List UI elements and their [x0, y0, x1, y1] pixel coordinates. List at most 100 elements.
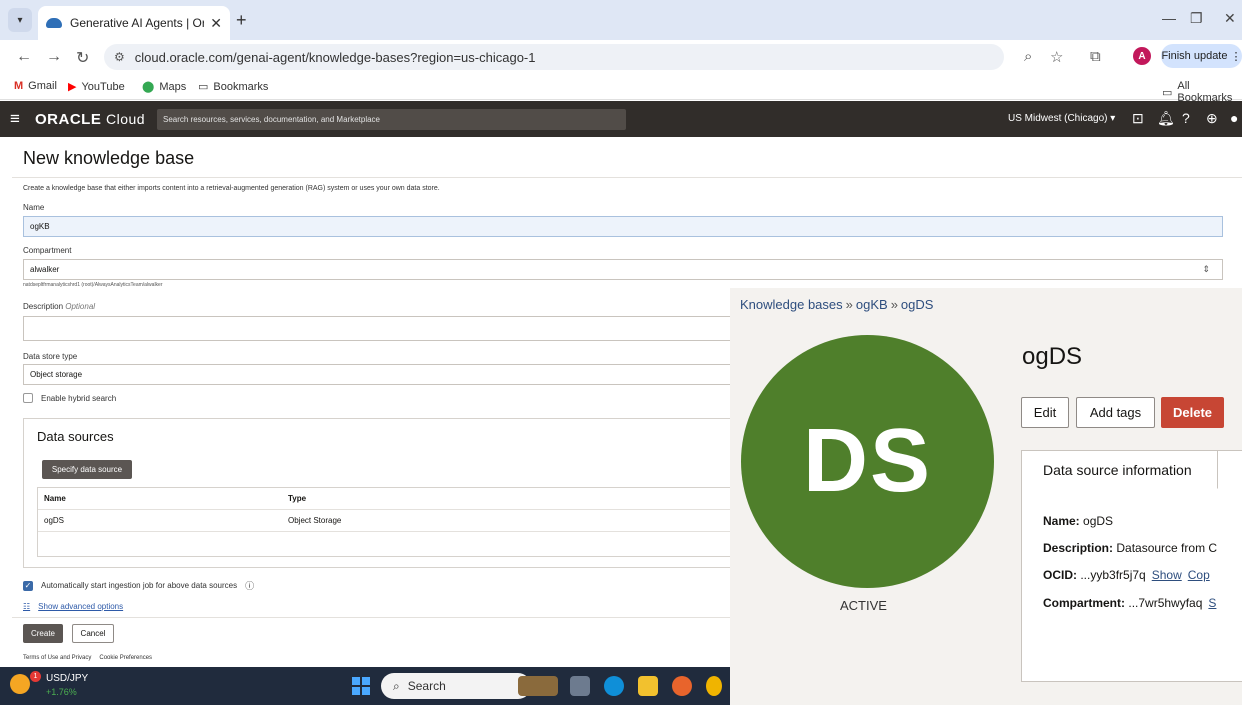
delete-button[interactable]: Delete [1161, 397, 1224, 428]
restore-icon[interactable]: ❐ [1190, 10, 1203, 27]
name-value: ogKB [30, 222, 50, 231]
table-row[interactable]: ogDS Object Storage [38, 510, 736, 532]
info-key: Compartment: [1043, 596, 1126, 610]
address-bar[interactable]: ⚙ cloud.oracle.com/genai-agent/knowledge… [104, 44, 1004, 70]
bookmark-youtube[interactable]: ▶ YouTube [68, 80, 125, 94]
cloud-shell-icon[interactable]: ⊡ [1132, 110, 1144, 127]
info-circle-icon[interactable]: ⓘ [245, 579, 254, 592]
data-sources-table: Name Type ogDS Object Storage [37, 487, 737, 557]
bookmark-gmail[interactable]: M Gmail [14, 80, 57, 92]
folder-icon: ▭ [1162, 86, 1173, 99]
search-highlight-icon[interactable] [518, 676, 558, 696]
show-compartment-link[interactable]: S [1208, 596, 1216, 610]
cell-name: ogDS [44, 516, 65, 525]
breadcrumb-separator: » [890, 297, 898, 312]
search-icon: ⌕ [393, 678, 400, 693]
data-sources-title: Data sources [37, 429, 114, 444]
description-label: Description Optional [23, 302, 95, 311]
breadcrumb-kb[interactable]: ogKB [856, 297, 888, 312]
bookmark-folder[interactable]: ▭ Bookmarks [198, 80, 268, 94]
tab-search-chevron-icon[interactable]: ▾ [8, 8, 32, 32]
hybrid-search-checkbox[interactable] [23, 393, 33, 403]
user-profile-icon[interactable]: ● [1230, 110, 1238, 126]
edit-button[interactable]: Edit [1021, 397, 1069, 428]
breadcrumb-knowledge-bases[interactable]: Knowledge bases [740, 297, 843, 312]
show-ocid-link[interactable]: Show [1152, 568, 1182, 582]
oci-search-input[interactable]: Search resources, services, documentatio… [157, 109, 626, 130]
bookmark-maps[interactable]: ⬤ Maps [142, 80, 186, 94]
back-arrow-icon[interactable]: ← [16, 48, 32, 66]
region-selector[interactable]: US Midwest (Chicago) ▾ [1008, 113, 1115, 124]
close-window-icon[interactable]: ✕ [1224, 10, 1236, 27]
firefox-icon[interactable] [672, 676, 692, 696]
ticker-change: +1.76% [46, 687, 77, 697]
chrome-icon[interactable] [706, 676, 722, 696]
compartment-value: alwalker [30, 265, 60, 274]
specify-data-source-button[interactable]: Specify data source [42, 460, 132, 479]
youtube-icon: ▶ [68, 81, 77, 93]
file-explorer-icon[interactable] [638, 676, 658, 696]
bookmark-star-icon[interactable]: ☆ [1050, 48, 1063, 66]
notifications-bell-icon[interactable]: 🔔︎ [1157, 110, 1175, 127]
status-label: ACTIVE [840, 598, 887, 613]
create-button[interactable]: Create [23, 624, 63, 643]
optional-hint: Optional [65, 302, 96, 311]
info-value: ogDS [1083, 514, 1114, 528]
data-store-type-label: Data store type [23, 352, 78, 361]
profile-avatar[interactable]: A [1133, 47, 1151, 65]
column-header-type: Type [288, 494, 307, 503]
info-key: Name: [1043, 514, 1080, 528]
info-value: Datasource from C [1116, 541, 1218, 555]
help-icon[interactable]: ? [1182, 110, 1190, 126]
tab-title: Generative AI Agents | Oracle C [70, 16, 205, 30]
finish-update-button[interactable]: Finish update ⋮ [1161, 44, 1242, 68]
divider [12, 177, 1242, 178]
close-tab-icon[interactable]: ✕ [210, 15, 222, 32]
cell-type: Object Storage [288, 516, 342, 525]
name-input[interactable]: ogKB [23, 216, 1223, 237]
oracle-cloud-logo[interactable]: ORACLE Cloud [35, 111, 145, 128]
table-empty-row [38, 532, 736, 556]
taskbar-search[interactable]: ⌕ Search [381, 673, 531, 699]
column-header-name: Name [44, 494, 66, 503]
edge-browser-icon[interactable] [604, 676, 624, 696]
new-tab-plus-icon[interactable]: + [236, 10, 247, 31]
hybrid-search-checkbox-row[interactable]: Enable hybrid search [23, 393, 116, 403]
auto-ingest-checkbox[interactable]: ✓ [23, 580, 33, 591]
show-advanced-options-link[interactable]: ☷ Show advanced options [23, 602, 123, 611]
cookie-preferences-link[interactable]: Cookie Preferences [99, 655, 152, 661]
folder-icon: ▭ [198, 81, 209, 93]
hamburger-menu-icon[interactable]: ≡ [10, 109, 20, 129]
advanced-link-label: Show advanced options [38, 602, 124, 611]
language-globe-icon[interactable]: ⊕ [1206, 110, 1218, 127]
taskbar-search-label: Search [407, 679, 446, 693]
browser-tab[interactable]: Generative AI Agents | Oracle C ✕ [38, 6, 230, 40]
description-label-text: Description [23, 302, 64, 311]
copy-ocid-link[interactable]: Cop [1188, 568, 1210, 582]
tab-data-source-information[interactable]: Data source information [1022, 451, 1218, 489]
widgets-weather-icon[interactable] [10, 674, 30, 694]
compartment-select[interactable]: alwalker ⇕ [23, 259, 1223, 280]
windows-taskbar: 1 USD/JPY +1.76% ⌕ Search [0, 667, 730, 705]
minimize-icon[interactable]: — [1162, 10, 1176, 26]
site-settings-icon[interactable]: ⚙ [114, 50, 125, 64]
windows-start-icon[interactable] [352, 677, 370, 695]
add-tags-button[interactable]: Add tags [1076, 397, 1155, 428]
search-placeholder: Search resources, services, documentatio… [163, 115, 380, 124]
forward-arrow-icon[interactable]: → [46, 48, 62, 66]
description-input[interactable] [23, 316, 743, 341]
data-store-type-select[interactable]: Object storage [23, 364, 743, 385]
terms-link[interactable]: Terms of Use and Privacy [23, 655, 91, 661]
divider [12, 617, 742, 618]
select-arrows-icon: ⇕ [1202, 264, 1210, 274]
task-view-icon[interactable] [570, 676, 590, 696]
logo-suffix: Cloud [106, 111, 146, 127]
browser-tabstrip: ▾ Generative AI Agents | Oracle C ✕ + — … [0, 0, 1242, 40]
cancel-button[interactable]: Cancel [72, 624, 114, 643]
extensions-icon[interactable]: ⧉ [1090, 48, 1101, 65]
zoom-icon[interactable]: ⌕ [1024, 48, 1032, 65]
reload-icon[interactable]: ↻ [76, 48, 89, 68]
breadcrumb-ds: ogDS [900, 297, 934, 312]
region-label: US Midwest (Chicago) [1008, 113, 1108, 124]
auto-ingest-checkbox-row[interactable]: ✓ Automatically start ingestion job for a… [23, 579, 254, 592]
